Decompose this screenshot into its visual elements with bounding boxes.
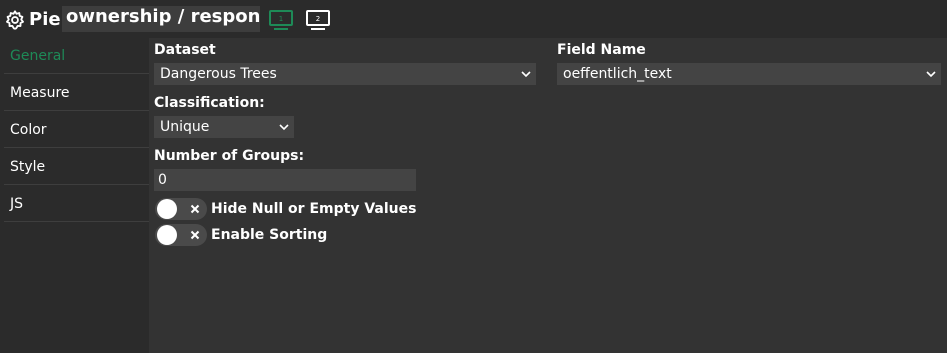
toggle-knob xyxy=(157,199,177,219)
number-of-groups-input[interactable]: 0 xyxy=(154,169,416,191)
general-settings-panel: Dataset Dangerous Trees Field Name oeffe… xyxy=(149,38,947,353)
sidebar-item-measure[interactable]: Measure xyxy=(4,75,149,111)
dataset-label: Dataset xyxy=(154,42,216,58)
close-icon xyxy=(190,204,200,214)
enable-sorting-toggle[interactable] xyxy=(155,224,207,246)
dataset-select[interactable]: Dangerous Trees xyxy=(154,63,536,85)
chart-type-label: Pie xyxy=(29,9,61,30)
screen-2-number: 2 xyxy=(316,15,320,23)
field-name-label: Field Name xyxy=(557,42,646,58)
classification-value: Unique xyxy=(160,119,210,135)
hide-null-toggle[interactable] xyxy=(155,198,207,220)
field-name-value: oeffentlich_text xyxy=(563,66,672,82)
sidebar: General Measure Color Style JS xyxy=(0,38,149,353)
chevron-down-icon xyxy=(926,71,936,78)
sidebar-item-style[interactable]: Style xyxy=(4,149,149,185)
chart-title-input[interactable]: ownership / responsib xyxy=(62,6,260,32)
sidebar-item-general[interactable]: General xyxy=(4,38,149,74)
enable-sorting-label: Enable Sorting xyxy=(211,227,328,243)
panel-header: Pie ownership / responsib 1 2 xyxy=(0,0,947,38)
screen-1-number: 1 xyxy=(279,15,283,23)
field-name-select[interactable]: oeffentlich_text xyxy=(557,63,941,85)
classification-select[interactable]: Unique xyxy=(154,116,294,138)
close-icon xyxy=(190,230,200,240)
screen-1-button[interactable]: 1 xyxy=(268,9,294,31)
classification-label: Classification: xyxy=(154,95,265,111)
hide-null-label: Hide Null or Empty Values xyxy=(211,201,417,217)
toggle-knob xyxy=(157,225,177,245)
sidebar-item-js[interactable]: JS xyxy=(4,186,149,222)
chevron-down-icon xyxy=(279,124,289,131)
chevron-down-icon xyxy=(521,71,531,78)
number-of-groups-label: Number of Groups: xyxy=(154,148,305,164)
screen-2-button[interactable]: 2 xyxy=(305,9,331,31)
gear-icon[interactable] xyxy=(4,9,26,31)
sidebar-item-color[interactable]: Color xyxy=(4,112,149,148)
dataset-value: Dangerous Trees xyxy=(160,66,277,82)
